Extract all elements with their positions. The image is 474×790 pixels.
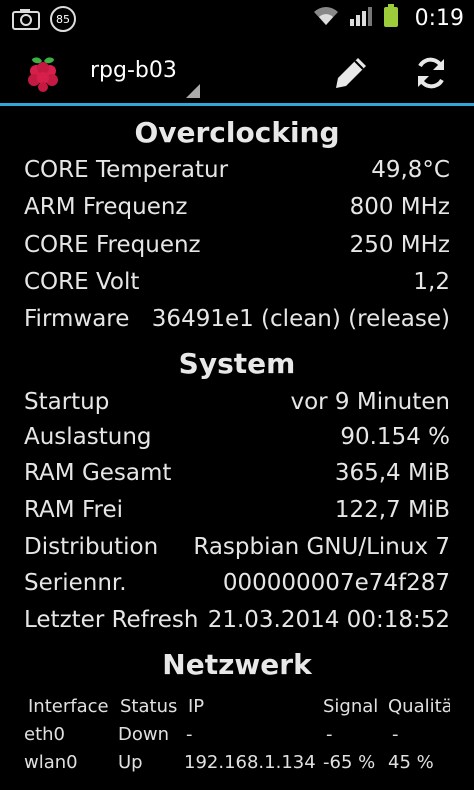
row-core-volt: CORE Volt 1,2 — [24, 269, 450, 303]
row-value: vor 9 Minuten — [290, 389, 450, 415]
row-label: Seriennr. — [24, 570, 133, 596]
row-label: Auslastung — [24, 424, 158, 450]
refresh-icon[interactable] — [408, 50, 454, 96]
row-label: Firmware — [24, 306, 136, 332]
row-label: Letzter Refresh — [24, 607, 205, 633]
cell-quality: 45 % — [388, 752, 434, 773]
row-value: 21.03.2014 00:18:52 — [207, 607, 450, 633]
action-bar: rpg-b03 — [0, 38, 474, 106]
section-title-overclocking: Overclocking — [134, 116, 340, 149]
row-label: CORE Frequenz — [24, 232, 207, 258]
row-label: Startup — [24, 389, 116, 415]
section-title-network: Netzwerk — [162, 648, 312, 681]
row-label: ARM Frequenz — [24, 194, 194, 220]
row-value: 000000007e74f287 — [222, 570, 450, 596]
row-serial: Seriennr. 000000007e74f287 — [24, 570, 450, 604]
row-value: 36491e1 (clean) (release) — [151, 306, 450, 332]
cell-ip: 192.168.1.134 — [184, 752, 316, 773]
battery-icon — [383, 4, 399, 32]
network-row-eth0: eth0 Down - - - — [0, 724, 474, 752]
row-value: Raspbian GNU/Linux 7 — [193, 534, 450, 560]
cell-status: Down — [118, 724, 170, 745]
header-status: Status — [120, 696, 178, 717]
cell-interface: wlan0 — [24, 752, 78, 773]
device-title[interactable]: rpg-b03 — [90, 58, 177, 83]
row-value: 365,4 MiB — [334, 460, 450, 486]
cell-signal: - — [326, 724, 333, 745]
row-startup: Startup vor 9 Minuten — [24, 389, 450, 423]
row-core-temperature: CORE Temperatur 49,8°C — [24, 157, 450, 191]
cell-ip: - — [186, 724, 193, 745]
row-value: 250 MHz — [349, 232, 450, 258]
header-quality: Qualität — [388, 696, 450, 717]
row-value: 800 MHz — [349, 194, 450, 220]
row-core-frequency: CORE Frequenz 250 MHz — [24, 232, 450, 266]
cell-interface: eth0 — [24, 724, 65, 745]
row-label: RAM Frei — [24, 497, 129, 523]
row-value: 1,2 — [413, 269, 450, 295]
screenshot-icon — [10, 6, 42, 32]
header-interface: Interface — [28, 696, 109, 717]
wifi-icon — [313, 5, 339, 31]
row-last-refresh: Letzter Refresh 21.03.2014 00:18:52 — [24, 607, 450, 641]
section-title-system: System — [178, 347, 296, 380]
row-arm-frequency: ARM Frequenz 800 MHz — [24, 194, 450, 228]
status-bar: 85 0:19 — [0, 0, 474, 38]
row-label: CORE Volt — [24, 269, 146, 295]
row-value: 90.154 % — [340, 424, 450, 450]
row-label: Distribution — [24, 534, 165, 560]
row-ram-total: RAM Gesamt 365,4 MiB — [24, 460, 450, 494]
row-ram-free: RAM Frei 122,7 MiB — [24, 497, 450, 531]
dropdown-caret-icon[interactable] — [186, 84, 200, 98]
row-value: 122,7 MiB — [334, 497, 450, 523]
row-label: CORE Temperatur — [24, 157, 235, 183]
network-row-wlan0: wlan0 Up 192.168.1.134 -65 % 45 % — [0, 752, 474, 780]
cell-status: Up — [118, 752, 143, 773]
info-content[interactable]: Overclocking CORE Temperatur 49,8°C ARM … — [0, 106, 474, 790]
header-signal: Signal — [323, 696, 379, 717]
notification-badge: 85 — [50, 6, 76, 32]
row-firmware: Firmware 36491e1 (clean) (release) — [24, 306, 450, 340]
signal-icon — [349, 5, 373, 31]
raspberry-icon[interactable] — [22, 51, 64, 93]
header-ip: IP — [188, 696, 205, 717]
clock: 0:19 — [414, 5, 464, 31]
network-table-header: Interface Status IP Signal Qualität — [0, 696, 474, 724]
row-value: 49,8°C — [371, 157, 450, 183]
row-load: Auslastung 90.154 % — [24, 424, 450, 458]
cell-quality: - — [392, 724, 399, 745]
row-distribution: Distribution Raspbian GNU/Linux 7 — [24, 534, 450, 568]
cell-signal: -65 % — [323, 752, 376, 773]
row-label: RAM Gesamt — [24, 460, 178, 486]
edit-icon[interactable] — [328, 50, 374, 96]
